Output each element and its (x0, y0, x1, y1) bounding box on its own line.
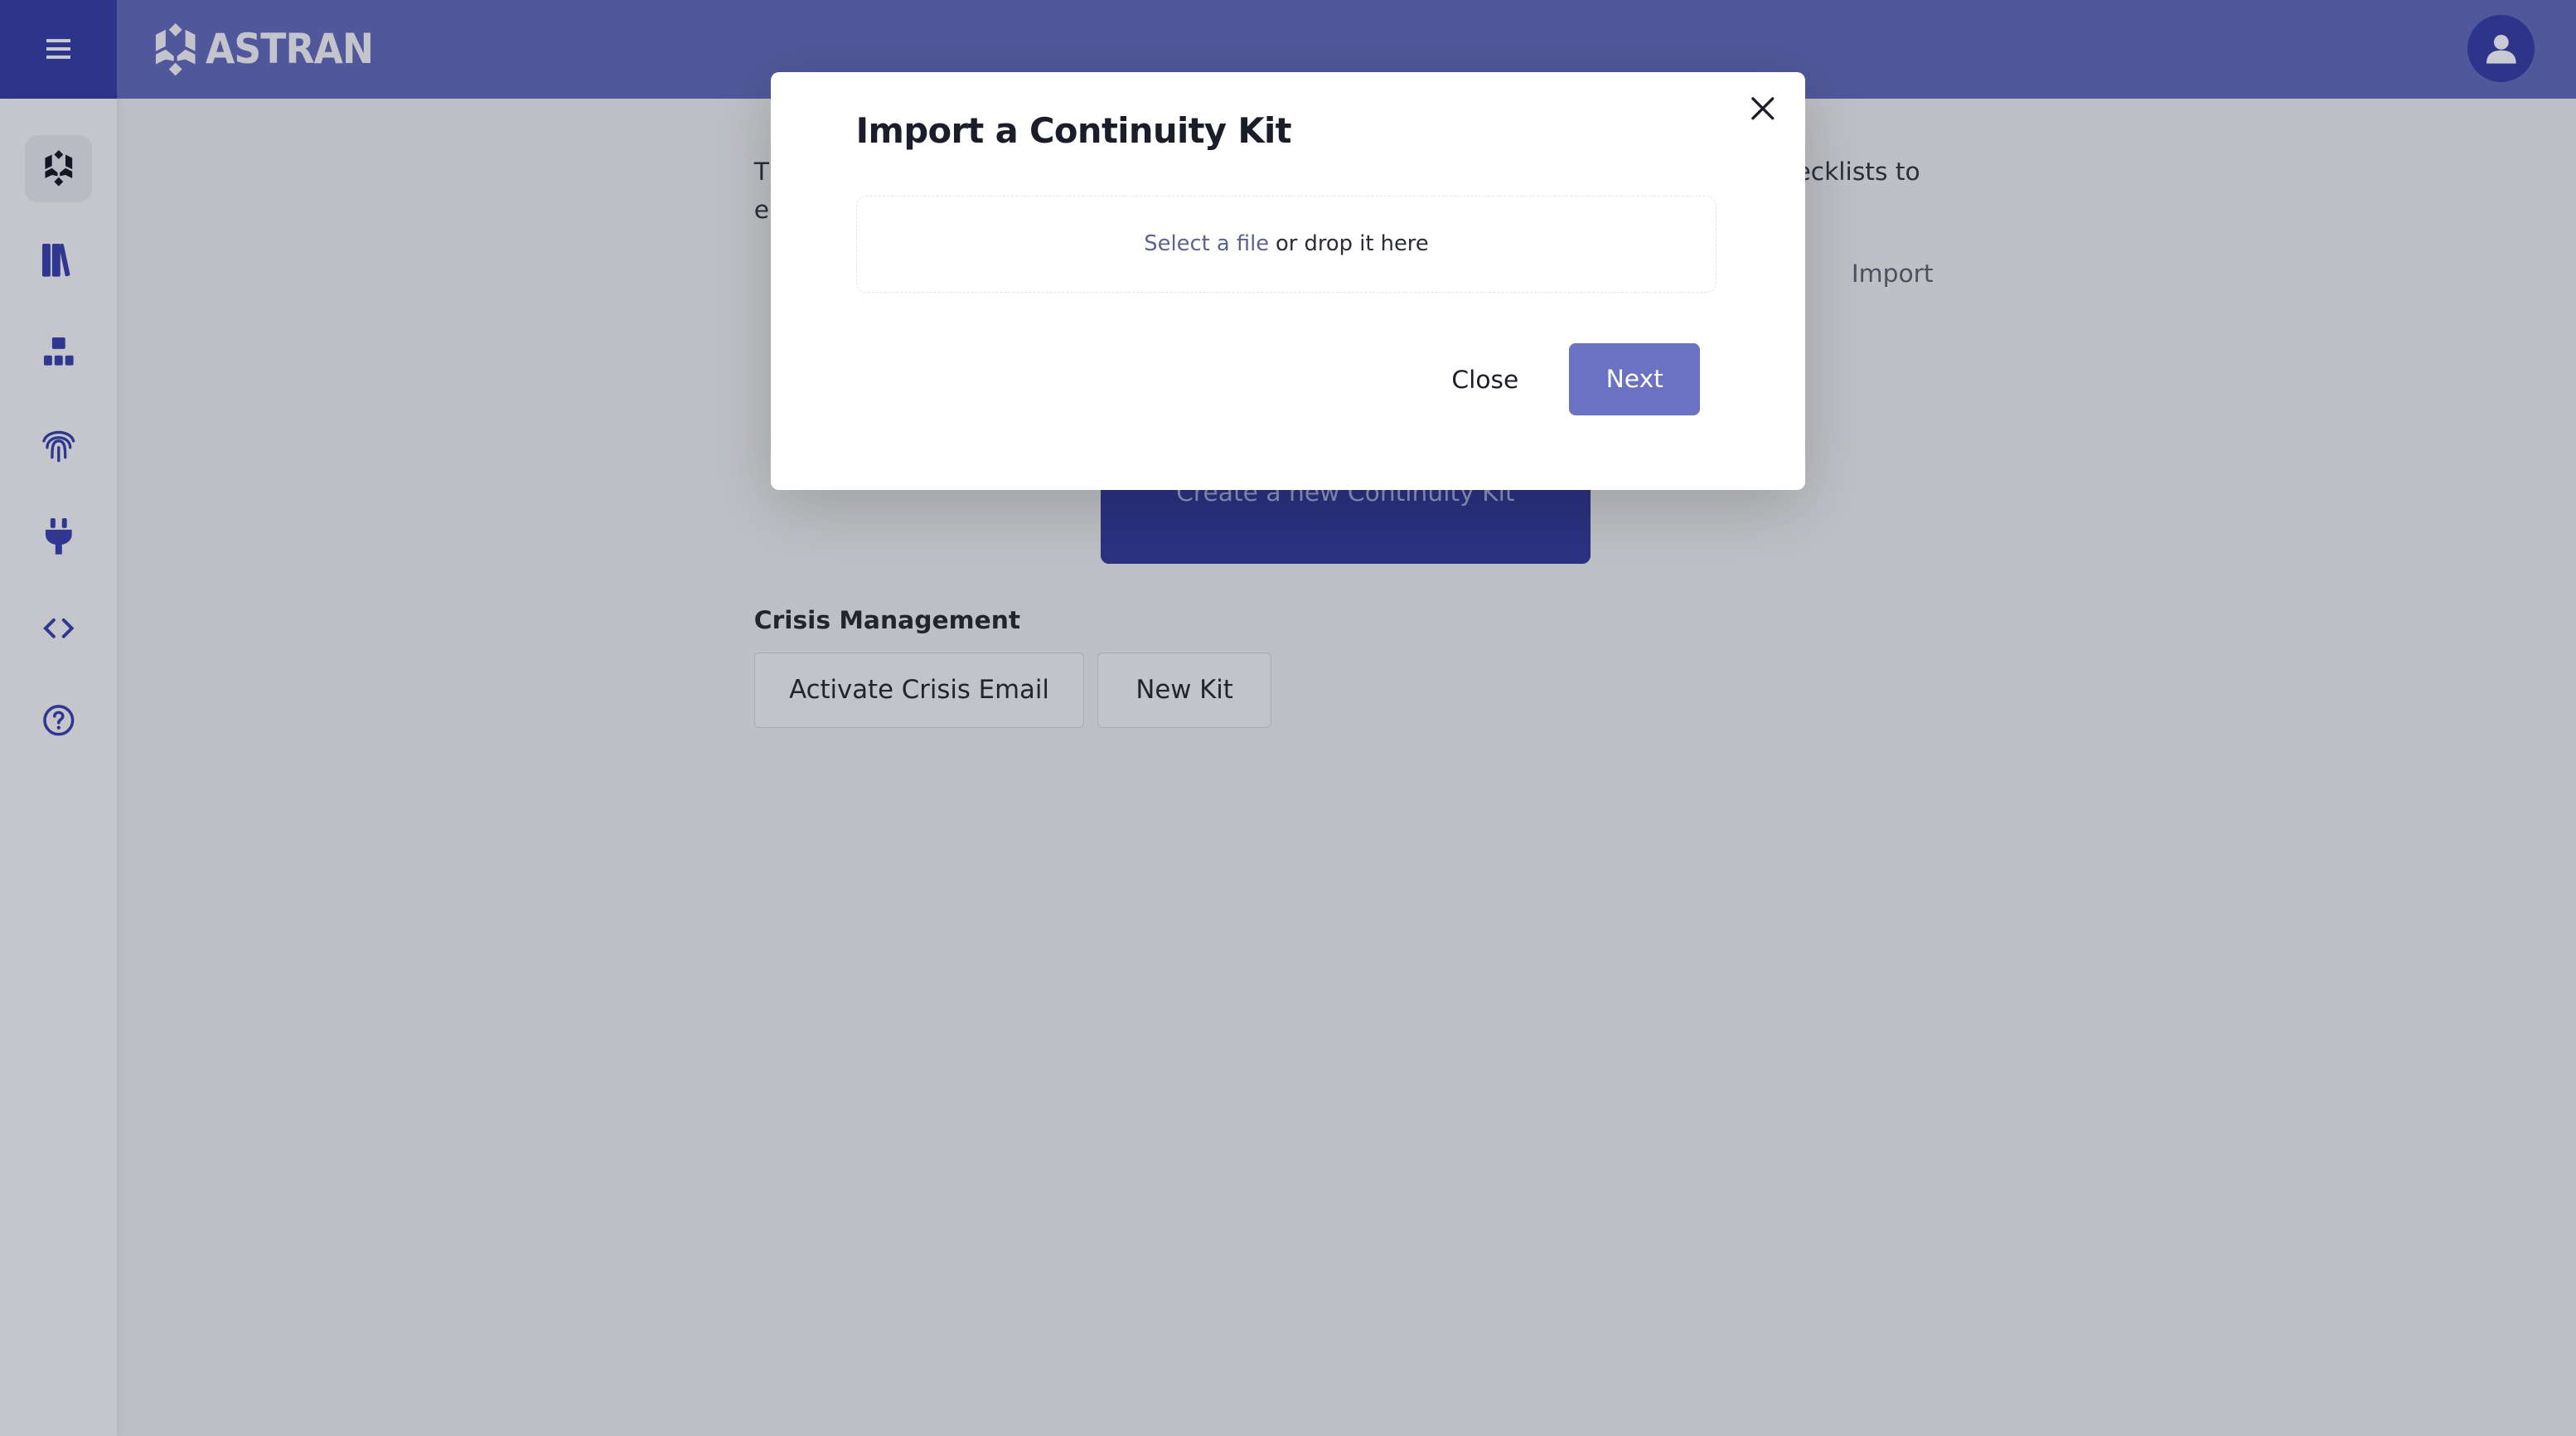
sidebar-item-structure[interactable] (25, 319, 92, 386)
library-icon (41, 244, 70, 277)
plug-icon (45, 518, 72, 555)
sidebar-item-help[interactable] (25, 687, 92, 754)
astran-logo-icon (45, 150, 72, 187)
file-dropzone[interactable]: Select a file or drop it here (855, 195, 1717, 293)
intro-text: ecklists to (1795, 158, 1920, 187)
astran-logo-icon (156, 22, 196, 76)
fingerprint-icon (41, 431, 75, 463)
import-modal: Import a Continuity Kit Select a file or… (770, 72, 1806, 490)
modal-close-button[interactable] (1746, 92, 1779, 125)
sidebar-item-identity[interactable] (25, 411, 92, 478)
activate-crisis-email-button[interactable]: Activate Crisis Email (753, 652, 1085, 729)
next-button[interactable]: Next (1568, 343, 1701, 416)
dropzone-text: or drop it here (1276, 231, 1429, 257)
intro-text: e (753, 195, 770, 225)
sitemap-icon (43, 337, 74, 366)
import-link[interactable]: Import (1852, 260, 1934, 289)
sidebar (0, 98, 117, 1436)
intro-text: T (753, 158, 769, 187)
close-icon (1751, 97, 1775, 120)
user-avatar-button[interactable] (2467, 14, 2535, 83)
sidebar-item-library[interactable] (25, 227, 92, 294)
sidebar-item-developer[interactable] (25, 595, 92, 662)
hamburger-icon (46, 47, 71, 51)
crisis-management-title: Crisis Management (753, 606, 1021, 636)
help-icon (42, 705, 74, 736)
sidebar-item-integrations[interactable] (25, 503, 92, 570)
new-kit-button[interactable]: New Kit (1097, 652, 1272, 729)
user-icon (2486, 34, 2516, 64)
code-icon (42, 619, 74, 639)
sidebar-item-home[interactable] (24, 134, 92, 202)
select-file-link[interactable]: Select a file (1144, 231, 1269, 256)
menu-button[interactable] (0, 0, 117, 99)
modal-title: Import a Continuity Kit (855, 109, 1292, 151)
close-button[interactable]: Close (1427, 343, 1542, 417)
brand-logo[interactable]: ASTRAN (153, 22, 387, 76)
